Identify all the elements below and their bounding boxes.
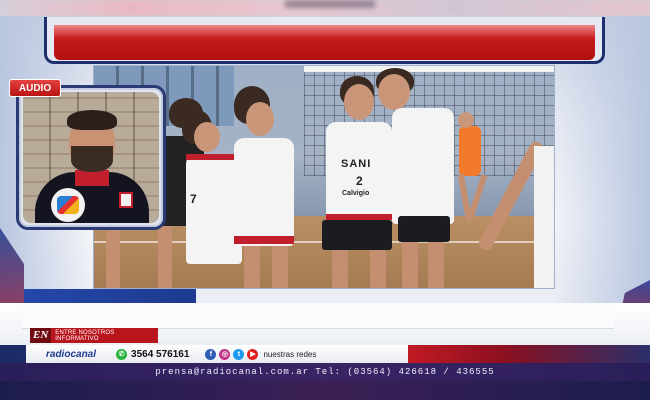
program-name: ENTRE NOSOTROS INFORMATIVO [55, 329, 115, 342]
twitter-icon: t [233, 348, 245, 360]
youtube-icon: ▶ [247, 348, 259, 360]
jersey-number: 2 [356, 174, 363, 188]
jersey-text: SANI [341, 158, 372, 170]
orange-player [459, 126, 481, 176]
whatsapp-number: 3564 576161 [131, 348, 190, 360]
lower-third-headline-area [22, 303, 614, 329]
info-bar-right [408, 345, 650, 363]
facebook-icon: f [205, 348, 217, 360]
edge-shirt [534, 146, 554, 288]
whatsapp-contact: ✆ 3564 576161 [116, 348, 190, 360]
title-banner-shine [54, 25, 595, 37]
lower-third-blue-bar [24, 289, 196, 303]
radio-brand: radiocanal [46, 348, 97, 360]
social-icons: f ◎ t ▶ nuestras redes [205, 348, 317, 360]
instagram-icon: ◎ [219, 348, 231, 360]
social-label: nuestras redes [263, 349, 317, 359]
program-tag: EN ENTRE NOSOTROS INFORMATIVO [30, 328, 158, 343]
info-bar-left: radiocanal ✆ 3564 576161 f ◎ t ▶ nuestra… [26, 345, 408, 363]
jersey-sponsor: Calvigio [342, 190, 370, 197]
audio-label: AUDIO [9, 79, 61, 97]
contact-bar: prensa@radiocanal.com.ar Tel: (03564) 42… [0, 363, 650, 381]
audio-inset-video [23, 92, 159, 223]
program-logo: EN [30, 328, 52, 343]
top-ticker-blur [0, 0, 650, 16]
bottom-bar [0, 381, 650, 400]
whatsapp-icon: ✆ [116, 348, 128, 360]
